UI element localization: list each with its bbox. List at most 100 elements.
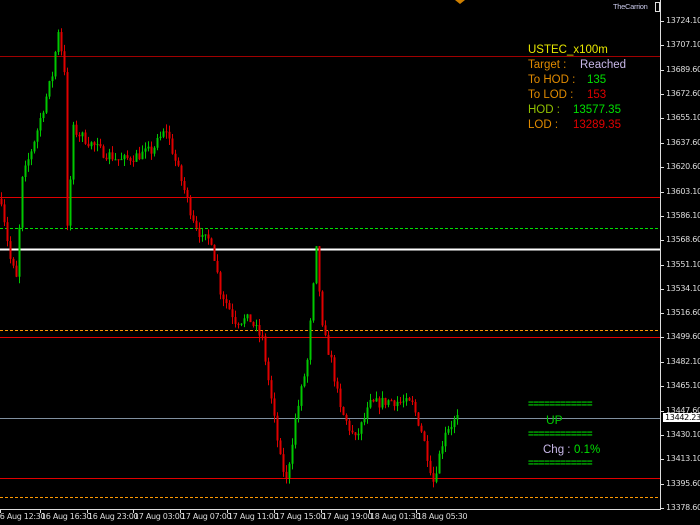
- chg-value: 0.1%: [574, 444, 601, 456]
- candle-body: [153, 147, 156, 154]
- x-tick-label: 17 Aug 03:00: [134, 512, 185, 521]
- y-tick-label: 13620.60: [666, 161, 700, 171]
- candle-body: [309, 320, 312, 360]
- candle-body: [96, 144, 99, 146]
- candle-body: [75, 124, 78, 135]
- candle-body: [21, 176, 24, 228]
- current-price-label: 13442.23: [663, 413, 700, 422]
- to-hod-value: 135: [587, 74, 607, 86]
- candle-body: [162, 131, 165, 137]
- candle-body: [264, 336, 267, 362]
- candle-body: [129, 157, 132, 161]
- y-tick-label: 13603.10: [666, 186, 700, 196]
- candle-body: [357, 433, 360, 436]
- candle-body: [348, 420, 351, 431]
- candle-body: [285, 471, 288, 478]
- candle-body: [177, 160, 180, 166]
- candle-body: [186, 190, 189, 198]
- candle-body: [114, 159, 117, 161]
- candle-body: [93, 142, 96, 146]
- candle-body: [222, 294, 225, 300]
- y-tick-label: 13413.10: [666, 454, 700, 464]
- candle-body: [255, 325, 258, 327]
- candle-body: [267, 361, 270, 381]
- candle-body: [387, 400, 390, 405]
- candle-body: [57, 32, 60, 52]
- candle-body: [120, 159, 123, 161]
- x-tick-label: 16 Aug 23:00: [88, 512, 139, 521]
- candle-body: [99, 144, 102, 147]
- candle-body: [390, 400, 393, 402]
- candle-body: [324, 325, 327, 336]
- candle-body: [165, 131, 168, 133]
- candle-body: [33, 141, 36, 152]
- y-tick-label: 13724.10: [666, 16, 700, 25]
- candle-body: [417, 412, 420, 426]
- x-tick-label: 17 Aug 19:00: [322, 512, 373, 521]
- to-hod-label: To HOD :: [528, 74, 576, 86]
- candle-body: [411, 400, 414, 402]
- candle-body: [9, 241, 12, 259]
- candle-body: [423, 431, 426, 442]
- candle-body: [336, 381, 339, 389]
- candle-body: [192, 215, 195, 221]
- to-lod-value: 153: [587, 89, 607, 101]
- candle-body: [171, 138, 174, 154]
- candle-body: [24, 165, 27, 177]
- candle-body: [51, 76, 54, 82]
- x-tick-label: 16 Aug 12:30: [0, 512, 46, 521]
- candle-body: [342, 407, 345, 415]
- candle-body: [6, 222, 9, 242]
- candle-body: [369, 399, 372, 408]
- chart-window-icon[interactable]: [655, 2, 660, 12]
- candle-body: [276, 415, 279, 441]
- y-tick-label: 13499.60: [666, 332, 700, 342]
- candle-body: [213, 244, 216, 261]
- candle-body: [327, 335, 330, 355]
- candle-body: [339, 388, 342, 408]
- candle-body: [18, 227, 21, 277]
- candle-body: [72, 124, 75, 180]
- candle-body: [3, 204, 6, 223]
- candle-body: [210, 238, 213, 245]
- candle-body: [78, 134, 81, 137]
- candle-body: [282, 454, 285, 472]
- candle-body: [54, 51, 57, 77]
- candle-body: [63, 51, 66, 73]
- y-tick-label: 13655.10: [666, 113, 700, 123]
- candle-body: [159, 136, 162, 138]
- candle-body: [294, 418, 297, 445]
- candle-body: [414, 401, 417, 413]
- candle-body: [333, 357, 336, 382]
- y-tick-label: 13482.10: [666, 357, 700, 367]
- separator-top: ============: [528, 399, 593, 410]
- x-tick-label: 17 Aug 11:00: [228, 512, 279, 521]
- y-tick-label: 13672.60: [666, 88, 700, 98]
- candle-body: [147, 146, 150, 149]
- candle-body: [384, 397, 387, 405]
- candle-body: [132, 160, 135, 162]
- y-tick-label: 13551.10: [666, 259, 700, 269]
- candle-body: [30, 151, 33, 160]
- candle-body: [429, 460, 432, 474]
- x-tick-label: 17 Aug 07:00: [181, 512, 232, 521]
- candle-body: [447, 429, 450, 433]
- candle-body: [207, 234, 210, 239]
- candle-body: [126, 155, 129, 158]
- hod-value: 13577.35: [573, 104, 621, 116]
- candle-body: [66, 72, 69, 226]
- y-tick-label: 13707.10: [666, 39, 700, 49]
- y-tick-label: 13430.10: [666, 430, 700, 440]
- candle-body: [45, 96, 48, 113]
- candle-body: [144, 148, 147, 152]
- candle-body: [321, 291, 324, 326]
- candle-body: [48, 81, 51, 97]
- candle-body: [330, 354, 333, 358]
- candle-body: [291, 444, 294, 464]
- candle-body: [366, 407, 369, 419]
- candle-body: [261, 335, 264, 337]
- direction-label: UP: [546, 413, 563, 427]
- candle-body: [405, 398, 408, 402]
- candle-body: [408, 398, 411, 401]
- candle-body: [180, 165, 183, 182]
